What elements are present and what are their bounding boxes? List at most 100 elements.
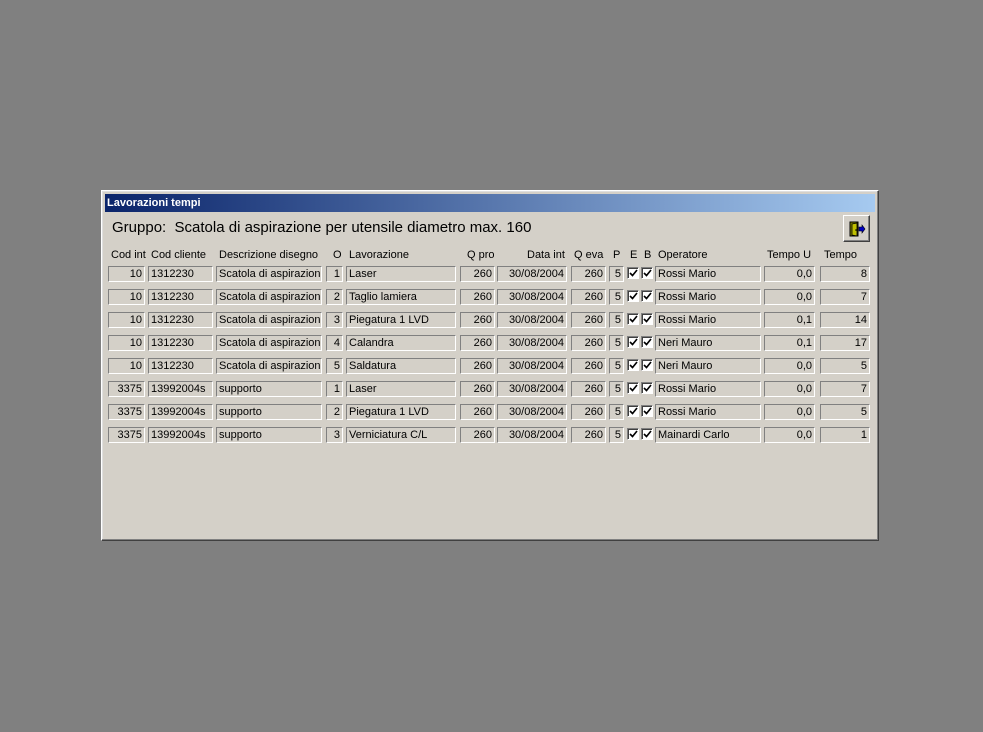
cell-tempo[interactable]: 7	[820, 381, 870, 397]
cell-cod-cliente[interactable]: 13992004s	[148, 381, 213, 397]
cell-cod-int[interactable]: 10	[108, 358, 145, 374]
cell-o[interactable]: 2	[326, 404, 343, 420]
cell-q-eva[interactable]: 260	[571, 404, 606, 420]
cell-tempo[interactable]: 5	[820, 404, 870, 420]
cell-operatore[interactable]: Rossi Mario	[655, 312, 761, 328]
cell-q-eva[interactable]: 260	[571, 358, 606, 374]
cell-tempo[interactable]: 17	[820, 335, 870, 351]
cell-tempo-u[interactable]: 0,0	[764, 427, 815, 443]
cell-o[interactable]: 1	[326, 266, 343, 282]
cell-operatore[interactable]: Rossi Mario	[655, 381, 761, 397]
checkbox-b[interactable]	[641, 382, 653, 394]
cell-q-eva[interactable]: 260	[571, 381, 606, 397]
cell-cod-cliente[interactable]: 1312230	[148, 289, 213, 305]
cell-lavorazione[interactable]: Laser	[346, 381, 456, 397]
cell-o[interactable]: 4	[326, 335, 343, 351]
checkbox-b[interactable]	[641, 313, 653, 325]
cell-p[interactable]: 5	[609, 266, 624, 282]
cell-p[interactable]: 5	[609, 335, 624, 351]
checkbox-b[interactable]	[641, 336, 653, 348]
cell-tempo-u[interactable]: 0,0	[764, 404, 815, 420]
cell-lavorazione[interactable]: Taglio lamiera	[346, 289, 456, 305]
cell-q-eva[interactable]: 260	[571, 335, 606, 351]
cell-q-pro[interactable]: 260	[460, 335, 495, 351]
exit-button[interactable]	[843, 215, 870, 242]
cell-p[interactable]: 5	[609, 289, 624, 305]
window-titlebar[interactable]: Lavorazioni tempi	[105, 194, 875, 212]
cell-cod-cliente[interactable]: 1312230	[148, 335, 213, 351]
cell-p[interactable]: 5	[609, 381, 624, 397]
cell-q-pro[interactable]: 260	[460, 289, 495, 305]
cell-q-pro[interactable]: 260	[460, 266, 495, 282]
cell-cod-cliente[interactable]: 13992004s	[148, 404, 213, 420]
cell-cod-int[interactable]: 10	[108, 289, 145, 305]
checkbox-e[interactable]	[627, 313, 639, 325]
cell-lavorazione[interactable]: Laser	[346, 266, 456, 282]
cell-lavorazione[interactable]: Saldatura	[346, 358, 456, 374]
cell-o[interactable]: 2	[326, 289, 343, 305]
cell-data-int[interactable]: 30/08/2004	[497, 266, 567, 282]
cell-tempo-u[interactable]: 0,0	[764, 289, 815, 305]
cell-operatore[interactable]: Rossi Mario	[655, 289, 761, 305]
cell-data-int[interactable]: 30/08/2004	[497, 289, 567, 305]
cell-q-eva[interactable]: 260	[571, 427, 606, 443]
cell-cod-cliente[interactable]: 1312230	[148, 312, 213, 328]
cell-descrizione[interactable]: Scatola di aspirazione	[216, 335, 322, 351]
checkbox-b[interactable]	[641, 359, 653, 371]
cell-cod-int[interactable]: 10	[108, 335, 145, 351]
checkbox-e[interactable]	[627, 267, 639, 279]
cell-data-int[interactable]: 30/08/2004	[497, 381, 567, 397]
cell-cod-int[interactable]: 10	[108, 266, 145, 282]
cell-tempo-u[interactable]: 0,0	[764, 266, 815, 282]
cell-q-eva[interactable]: 260	[571, 312, 606, 328]
checkbox-e[interactable]	[627, 382, 639, 394]
cell-o[interactable]: 3	[326, 312, 343, 328]
cell-q-pro[interactable]: 260	[460, 427, 495, 443]
cell-p[interactable]: 5	[609, 427, 624, 443]
checkbox-e[interactable]	[627, 359, 639, 371]
cell-p[interactable]: 5	[609, 312, 624, 328]
checkbox-e[interactable]	[627, 336, 639, 348]
cell-operatore[interactable]: Rossi Mario	[655, 404, 761, 420]
cell-descrizione[interactable]: Scatola di aspirazione	[216, 289, 322, 305]
cell-o[interactable]: 5	[326, 358, 343, 374]
cell-tempo-u[interactable]: 0,1	[764, 335, 815, 351]
cell-tempo[interactable]: 8	[820, 266, 870, 282]
cell-tempo[interactable]: 7	[820, 289, 870, 305]
checkbox-e[interactable]	[627, 405, 639, 417]
checkbox-b[interactable]	[641, 428, 653, 440]
cell-q-pro[interactable]: 260	[460, 358, 495, 374]
cell-data-int[interactable]: 30/08/2004	[497, 427, 567, 443]
cell-tempo[interactable]: 5	[820, 358, 870, 374]
cell-cod-int[interactable]: 10	[108, 312, 145, 328]
cell-q-eva[interactable]: 260	[571, 289, 606, 305]
cell-tempo-u[interactable]: 0,0	[764, 358, 815, 374]
cell-tempo-u[interactable]: 0,1	[764, 312, 815, 328]
cell-cod-cliente[interactable]: 1312230	[148, 266, 213, 282]
cell-lavorazione[interactable]: Calandra	[346, 335, 456, 351]
cell-data-int[interactable]: 30/08/2004	[497, 404, 567, 420]
cell-cod-cliente[interactable]: 13992004s	[148, 427, 213, 443]
cell-data-int[interactable]: 30/08/2004	[497, 335, 567, 351]
checkbox-e[interactable]	[627, 290, 639, 302]
cell-q-pro[interactable]: 260	[460, 381, 495, 397]
cell-o[interactable]: 3	[326, 427, 343, 443]
checkbox-b[interactable]	[641, 267, 653, 279]
cell-cod-int[interactable]: 3375	[108, 427, 145, 443]
cell-operatore[interactable]: Neri Mauro	[655, 358, 761, 374]
cell-q-pro[interactable]: 260	[460, 312, 495, 328]
cell-tempo[interactable]: 1	[820, 427, 870, 443]
cell-tempo[interactable]: 14	[820, 312, 870, 328]
checkbox-b[interactable]	[641, 290, 653, 302]
cell-p[interactable]: 5	[609, 358, 624, 374]
cell-q-pro[interactable]: 260	[460, 404, 495, 420]
cell-cod-cliente[interactable]: 1312230	[148, 358, 213, 374]
cell-operatore[interactable]: Rossi Mario	[655, 266, 761, 282]
cell-cod-int[interactable]: 3375	[108, 381, 145, 397]
cell-lavorazione[interactable]: Piegatura 1 LVD	[346, 312, 456, 328]
cell-descrizione[interactable]: Scatola di aspirazione	[216, 358, 322, 374]
cell-descrizione[interactable]: supporto	[216, 381, 322, 397]
cell-cod-int[interactable]: 3375	[108, 404, 145, 420]
cell-q-eva[interactable]: 260	[571, 266, 606, 282]
cell-lavorazione[interactable]: Piegatura 1 LVD	[346, 404, 456, 420]
